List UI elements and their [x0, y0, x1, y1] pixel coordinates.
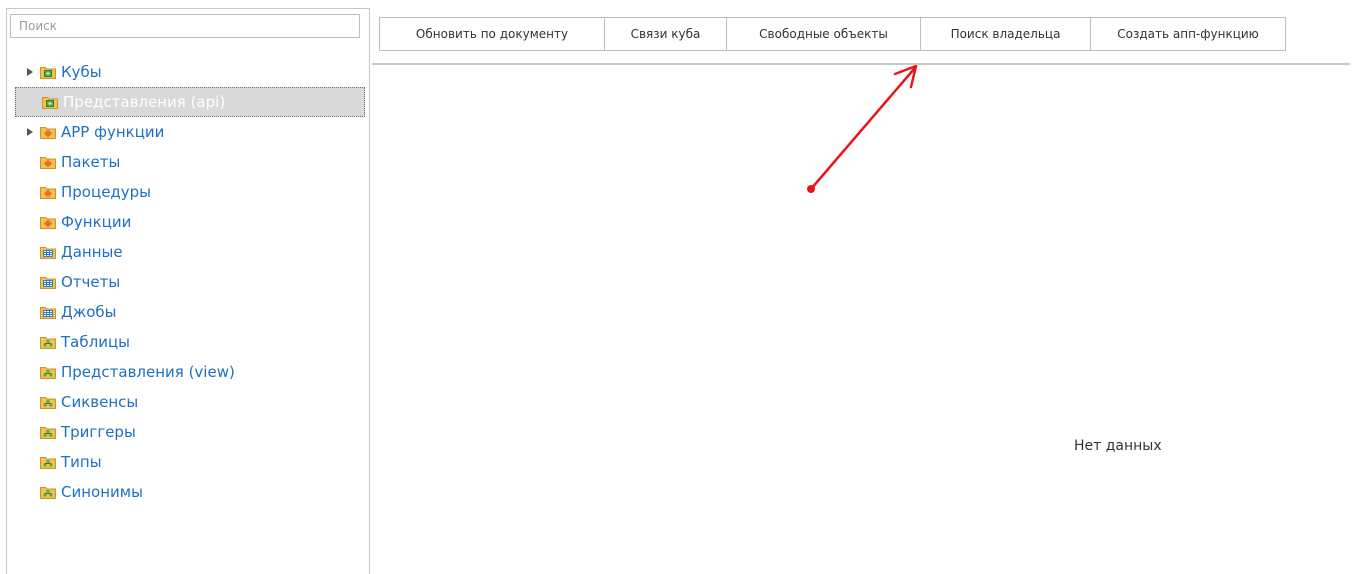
tree-item-label: Представления (view) — [61, 363, 235, 381]
expand-arrow-icon[interactable] — [24, 66, 36, 78]
create-app-function-button[interactable]: Создать апп-функцию — [1090, 17, 1286, 51]
tree-item-label: Таблицы — [61, 333, 130, 351]
tree-item-label: Джобы — [61, 303, 117, 321]
tree-item-sequences[interactable]: Сиквенсы — [14, 387, 366, 417]
folder-blue-grid-icon — [40, 275, 56, 289]
main-panel: Обновить по документу Связи куба Свободн… — [372, 8, 1353, 574]
folder-green-tree-icon — [40, 335, 56, 349]
tree-item-label: Типы — [61, 453, 102, 471]
folder-orange-function-icon — [40, 215, 56, 229]
tree-item-label: Кубы — [61, 63, 102, 81]
tree-item-label: Отчеты — [61, 273, 121, 291]
folder-green-tree-icon — [40, 365, 56, 379]
object-tree: Кубы Представления (api) APP функции Пак… — [14, 57, 366, 507]
folder-orange-function-icon — [40, 155, 56, 169]
tree-item-label: Функции — [61, 213, 132, 231]
tree-item-label: Данные — [61, 243, 123, 261]
folder-green-tree-icon — [40, 395, 56, 409]
free-objects-button[interactable]: Свободные объекты — [726, 17, 921, 51]
content-area: Нет данных — [372, 65, 1350, 574]
tree-item-cubes[interactable]: Кубы — [14, 57, 366, 87]
folder-green-cube-icon — [40, 65, 56, 79]
folder-green-cube-icon — [42, 95, 58, 109]
tree-item-label: Сиквенсы — [61, 393, 139, 411]
tree-item-label: Синонимы — [61, 483, 143, 501]
expand-arrow-icon[interactable] — [24, 126, 36, 138]
folder-green-tree-icon — [40, 485, 56, 499]
folder-green-tree-icon — [40, 455, 56, 469]
tree-item-label: Пакеты — [61, 153, 121, 171]
tree-item-app-functions[interactable]: APP функции — [14, 117, 366, 147]
folder-green-tree-icon — [40, 425, 56, 439]
tree-item-reports[interactable]: Отчеты — [14, 267, 366, 297]
tree-item-packages[interactable]: Пакеты — [14, 147, 366, 177]
tree-item-data[interactable]: Данные — [14, 237, 366, 267]
tree-item-functions[interactable]: Функции — [14, 207, 366, 237]
tree-item-tables[interactable]: Таблицы — [14, 327, 366, 357]
tree-item-types[interactable]: Типы — [14, 447, 366, 477]
cube-links-button[interactable]: Связи куба — [604, 17, 727, 51]
tree-item-views-api[interactable]: Представления (api) — [15, 87, 365, 117]
update-by-document-button[interactable]: Обновить по документу — [379, 17, 605, 51]
tree-item-label: Триггеры — [61, 423, 136, 441]
folder-blue-grid-icon — [40, 245, 56, 259]
toolbar: Обновить по документу Связи куба Свободн… — [372, 8, 1350, 65]
empty-state-text: Нет данных — [1074, 438, 1162, 454]
search-input[interactable] — [10, 14, 360, 38]
tree-item-label: Представления (api) — [63, 93, 226, 111]
tree-item-synonyms[interactable]: Синонимы — [14, 477, 366, 507]
tree-item-jobs[interactable]: Джобы — [14, 297, 366, 327]
tree-item-views[interactable]: Представления (view) — [14, 357, 366, 387]
tree-item-label: APP функции — [61, 123, 165, 141]
tree-item-procedures[interactable]: Процедуры — [14, 177, 366, 207]
tree-item-triggers[interactable]: Триггеры — [14, 417, 366, 447]
folder-orange-function-icon — [40, 185, 56, 199]
folder-blue-grid-icon — [40, 305, 56, 319]
tree-item-label: Процедуры — [61, 183, 152, 201]
find-owner-button[interactable]: Поиск владельца — [920, 17, 1091, 51]
app-window: Кубы Представления (api) APP функции Пак… — [0, 0, 1353, 574]
folder-orange-function-icon — [40, 125, 56, 139]
